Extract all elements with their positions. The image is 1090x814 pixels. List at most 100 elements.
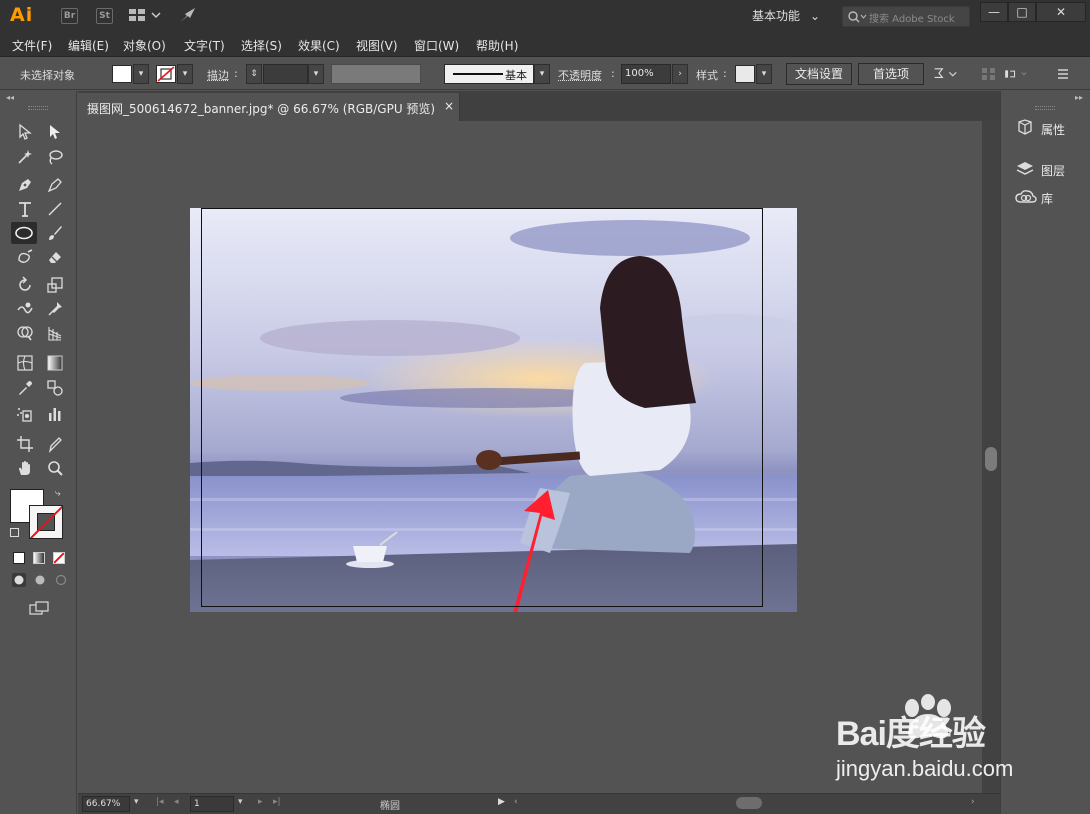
paintbrush-tool-icon[interactable] xyxy=(42,222,68,244)
close-document-button[interactable]: × xyxy=(444,99,454,113)
menu-object[interactable]: 对象(O) xyxy=(123,37,166,54)
stroke-weight-stepper[interactable]: ⇕ xyxy=(246,64,262,84)
placed-photo[interactable] xyxy=(190,208,797,612)
align-icon[interactable] xyxy=(976,63,1002,85)
symbol-sprayer-tool-icon[interactable] xyxy=(12,403,38,425)
zoom-level-field[interactable]: 66.67% xyxy=(82,796,130,812)
graphic-style-swatch[interactable] xyxy=(735,65,755,83)
fill-dropdown[interactable]: ▾ xyxy=(133,64,149,84)
previous-artboard-icon[interactable]: ◂ xyxy=(174,797,179,807)
eyedropper-tool-icon[interactable] xyxy=(12,377,38,399)
stroke-weight-input[interactable] xyxy=(263,64,308,84)
collapse-panel-icon[interactable]: ◂◂ xyxy=(6,93,14,102)
layers-panel-button[interactable]: 图层 xyxy=(1005,156,1087,182)
selection-tool-icon[interactable] xyxy=(12,121,38,143)
mesh-tool-icon[interactable] xyxy=(12,352,38,374)
scroll-right-icon[interactable]: › xyxy=(971,797,975,807)
gradient-tool-icon[interactable] xyxy=(42,352,68,374)
stock-search-input[interactable]: 搜索 Adobe Stock xyxy=(842,6,970,27)
perspective-grid-tool-icon[interactable] xyxy=(42,322,68,344)
stroke-color-box[interactable] xyxy=(29,505,63,539)
slice-tool-icon[interactable] xyxy=(42,433,68,455)
line-segment-tool-icon[interactable] xyxy=(42,198,68,220)
hand-tool-icon[interactable] xyxy=(12,457,38,479)
opacity-label[interactable]: 不透明度 xyxy=(558,67,602,83)
type-tool-icon[interactable] xyxy=(12,198,38,220)
brush-definition[interactable]: 基本 xyxy=(444,64,534,84)
zoom-tool-icon[interactable] xyxy=(42,457,68,479)
artboard-dropdown-icon[interactable]: ▾ xyxy=(238,797,243,807)
fill-color-swatch[interactable] xyxy=(112,65,132,83)
stroke-weight-dropdown[interactable]: ▾ xyxy=(308,64,324,84)
ellipse-tool-icon[interactable] xyxy=(11,222,37,244)
shape-builder-tool-icon[interactable] xyxy=(12,322,38,344)
vertical-scrollbar[interactable] xyxy=(982,121,1000,793)
draw-behind-icon[interactable] xyxy=(30,571,50,589)
document-setup-button[interactable]: 文档设置 xyxy=(786,63,852,85)
menu-edit[interactable]: 编辑(E) xyxy=(68,37,109,54)
expand-panels-icon[interactable]: ▸▸ xyxy=(1075,93,1083,102)
column-graph-tool-icon[interactable] xyxy=(42,403,68,425)
blend-tool-icon[interactable] xyxy=(42,377,68,399)
curvature-tool-icon[interactable] xyxy=(42,174,68,196)
pen-tool-icon[interactable] xyxy=(12,174,38,196)
right-panel-grip[interactable] xyxy=(1035,106,1055,110)
vertical-scroll-thumb[interactable] xyxy=(985,447,997,471)
gradient-mode-icon[interactable] xyxy=(33,552,45,564)
arrange-documents-icon[interactable] xyxy=(128,6,161,26)
canvas-area[interactable] xyxy=(78,121,982,793)
transform-icon[interactable] xyxy=(1003,63,1029,85)
artboard-tool-icon[interactable] xyxy=(12,433,38,455)
last-artboard-icon[interactable]: ▸| xyxy=(273,797,281,807)
brush-dropdown[interactable]: ▾ xyxy=(534,64,550,84)
minimize-button[interactable]: — xyxy=(980,2,1008,22)
maximize-button[interactable]: □ xyxy=(1008,2,1036,22)
arrange-icon[interactable] xyxy=(932,63,958,85)
menu-select[interactable]: 选择(S) xyxy=(241,37,282,54)
close-window-button[interactable]: ✕ xyxy=(1036,2,1086,22)
menu-help[interactable]: 帮助(H) xyxy=(476,37,518,54)
lasso-tool-icon[interactable] xyxy=(42,146,68,168)
variable-width-profile[interactable] xyxy=(331,64,421,84)
properties-panel-button[interactable]: 属性 xyxy=(1005,115,1087,141)
gpu-performance-icon[interactable] xyxy=(177,6,199,26)
draw-inside-icon[interactable] xyxy=(51,571,71,589)
magic-wand-tool-icon[interactable] xyxy=(12,146,38,168)
stroke-dropdown[interactable]: ▾ xyxy=(177,64,193,84)
document-tab[interactable]: 摄图网_500614672_banner.jpg* @ 66.67% (RGB/… xyxy=(78,93,460,121)
draw-normal-icon[interactable] xyxy=(9,571,29,589)
horizontal-scroll-thumb[interactable] xyxy=(736,797,762,809)
zoom-dropdown-icon[interactable]: ▾ xyxy=(134,797,139,807)
none-mode-icon[interactable] xyxy=(53,552,65,564)
puppet-warp-tool-icon[interactable] xyxy=(42,298,68,320)
status-menu-icon[interactable]: ▶ xyxy=(498,797,505,807)
panel-grip[interactable] xyxy=(28,106,48,110)
preferences-button[interactable]: 首选项 xyxy=(858,63,924,85)
opacity-input[interactable]: 100% xyxy=(621,64,671,84)
eraser-tool-icon[interactable] xyxy=(42,246,68,268)
rotate-tool-icon[interactable] xyxy=(12,274,38,296)
menu-file[interactable]: 文件(F) xyxy=(12,37,52,54)
swap-fill-stroke-icon[interactable]: ⤷ xyxy=(55,488,61,499)
screen-mode-icon[interactable] xyxy=(27,598,53,618)
default-colors-icon[interactable] xyxy=(10,528,19,537)
shaper-tool-icon[interactable] xyxy=(12,246,38,268)
scale-tool-icon[interactable] xyxy=(42,274,68,296)
stroke-label[interactable]: 描边 xyxy=(207,67,229,83)
style-dropdown[interactable]: ▾ xyxy=(756,64,772,84)
direct-selection-tool-icon[interactable] xyxy=(42,121,68,143)
warp-tool-icon[interactable] xyxy=(12,298,38,320)
stroke-color-swatch[interactable] xyxy=(156,65,176,83)
artboard-number-field[interactable]: 1 xyxy=(190,796,234,812)
first-artboard-icon[interactable]: |◂ xyxy=(156,797,164,807)
workspace-switcher[interactable]: 基本功能 ⌄ xyxy=(742,6,828,27)
menu-type[interactable]: 文字(T) xyxy=(184,37,225,54)
color-mode-icon[interactable] xyxy=(13,552,25,564)
panel-menu-icon[interactable] xyxy=(1050,63,1076,85)
next-artboard-icon[interactable]: ▸ xyxy=(258,797,263,807)
bridge-badge[interactable]: Br xyxy=(61,8,78,24)
libraries-panel-button[interactable]: 库 xyxy=(1005,184,1087,210)
opacity-expand[interactable]: › xyxy=(672,64,688,84)
menu-window[interactable]: 窗口(W) xyxy=(414,37,459,54)
scroll-left-icon[interactable]: ‹ xyxy=(514,797,518,807)
